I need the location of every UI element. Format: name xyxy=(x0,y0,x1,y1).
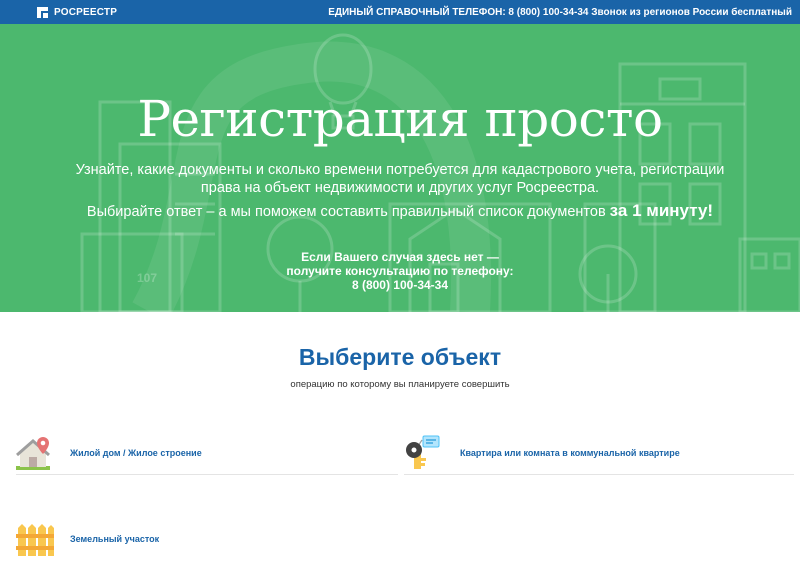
object-house[interactable]: Жилой дом / Жилое строение xyxy=(16,434,396,472)
consultation-phone[interactable]: 8 (800) 100-34-34 xyxy=(0,278,800,292)
consultation-line-2: получите консультацию по телефону: xyxy=(286,264,514,278)
divider xyxy=(404,474,794,475)
fence-icon xyxy=(16,520,54,558)
hotline-info: ЕДИНЫЙ СПРАВОЧНЫЙ ТЕЛЕФОН: 8 (800) 100-3… xyxy=(328,6,792,18)
logo-text: РОСРЕЕСТР xyxy=(54,6,118,18)
object-land-label: Земельный участок xyxy=(70,534,160,544)
hero-subtitle: Узнайте, какие документы и сколько време… xyxy=(75,162,725,196)
hero-banner: 107 Регистрация просто Узнайте, какие до… xyxy=(0,24,800,312)
rosreestr-logo[interactable]: РОСРЕЕСТР xyxy=(36,6,117,19)
rosreestr-logo-icon xyxy=(36,6,49,19)
object-land[interactable]: Земельный участок xyxy=(16,520,396,558)
hero-title: Регистрация просто xyxy=(137,90,663,148)
key-icon xyxy=(404,434,442,472)
object-apartment[interactable]: Квартира или комната в коммунальной квар… xyxy=(404,434,794,472)
consultation-block: Если Вашего случая здесь нет — получите … xyxy=(0,250,800,292)
object-house-label: Жилой дом / Жилое строение xyxy=(70,448,202,458)
divider xyxy=(16,474,398,475)
house-pin-icon xyxy=(16,434,54,472)
hero-subtitle-2: Выбирайте ответ – а мы поможем составить… xyxy=(86,201,714,220)
top-bar: РОСРЕЕСТР ЕДИНЫЙ СПРАВОЧНЫЙ ТЕЛЕФОН: 8 (… xyxy=(0,0,800,24)
object-apartment-label: Квартира или комната в коммунальной квар… xyxy=(460,448,680,458)
select-object-subtitle: операцию по которому вы планируете совер… xyxy=(290,379,510,390)
select-object-title: Выберите объект xyxy=(298,344,502,370)
one-minute-highlight: за 1 минуту! xyxy=(609,201,714,220)
consultation-line-1: Если Вашего случая здесь нет — xyxy=(301,250,499,264)
